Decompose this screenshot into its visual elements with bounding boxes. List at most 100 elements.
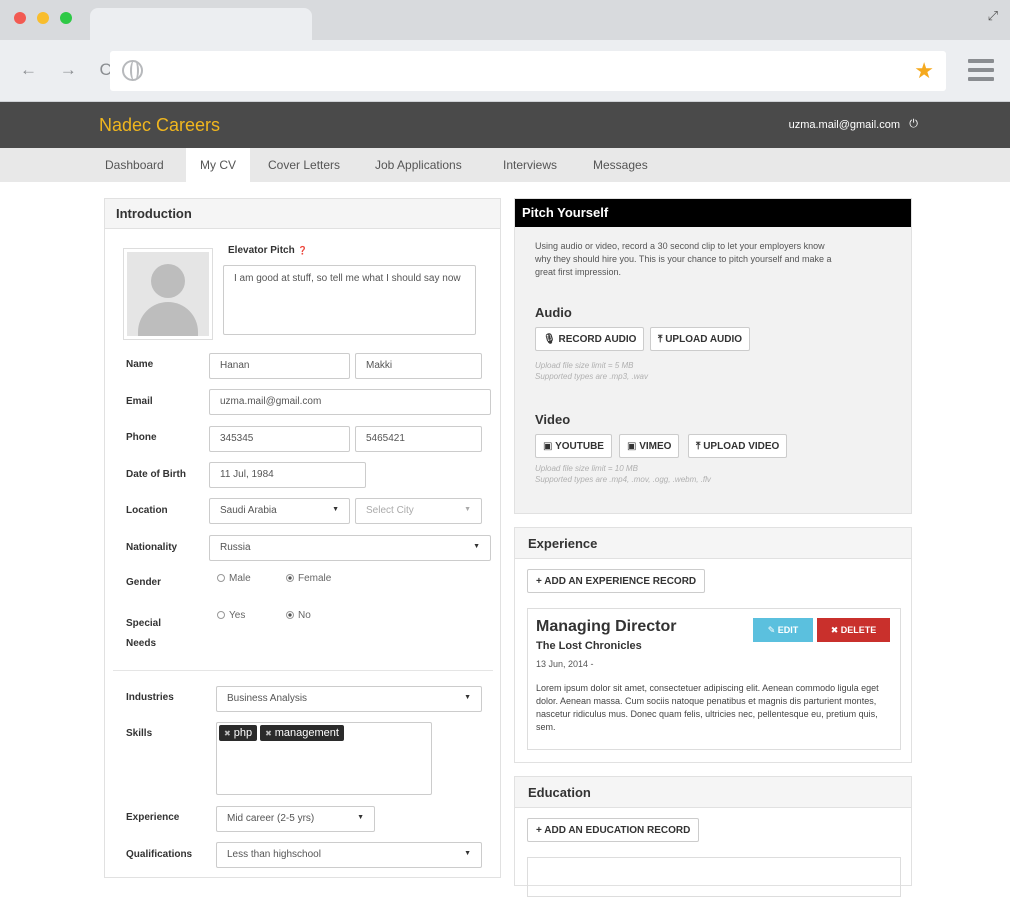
dob-label: Date of Birth	[126, 469, 186, 480]
elevator-pitch-text: Elevator Pitch	[228, 245, 295, 256]
special-yes-label: Yes	[229, 610, 246, 621]
navigation-arrows-icon[interactable]: ← → C	[20, 60, 121, 80]
tab-messages[interactable]: Messages	[593, 148, 648, 182]
browser-menu-icon[interactable]	[968, 59, 994, 81]
maximize-window-icon[interactable]	[60, 12, 72, 24]
qualifications-value: Less than highschool	[227, 849, 321, 860]
role-title: Managing Director	[536, 618, 677, 635]
add-experience-button[interactable]: + ADD AN EXPERIENCE RECORD	[527, 569, 706, 593]
skill-tag-label: management	[274, 727, 339, 739]
power-icon[interactable]: ⏻	[909, 118, 918, 131]
delete-button[interactable]: ✖ DELETE	[817, 618, 890, 642]
add-education-label: ADD AN EDUCATION RECORD	[544, 825, 691, 836]
youtube-button[interactable]: ▣ YOUTUBE	[535, 434, 612, 458]
industries-select[interactable]: Business Analysis ▼	[216, 686, 482, 712]
special-no-radio[interactable]: No	[286, 610, 311, 621]
chevron-down-icon: ▼	[464, 506, 471, 513]
pitch-description: Using audio or video, record a 30 second…	[535, 241, 832, 277]
tab-job-applications[interactable]: Job Applications	[375, 148, 462, 182]
tab-interviews[interactable]: Interviews	[503, 148, 557, 182]
upload-audio-button[interactable]: ⤒ UPLOAD AUDIO	[650, 327, 751, 351]
video-types-note: Supported types are .mp4, .mov, .ogg, .w…	[535, 475, 711, 484]
last-name-field[interactable]: Makki	[355, 353, 482, 379]
introduction-panel: Introduction Elevator Pitch ❓ I am good …	[104, 198, 501, 878]
gender-female-radio[interactable]: Female	[286, 573, 331, 584]
skill-tag[interactable]: ✖ php	[219, 725, 258, 741]
record-audio-button[interactable]: 🎙 RECORD AUDIO	[535, 327, 645, 351]
address-bar[interactable]: ★	[110, 51, 946, 91]
skill-tag[interactable]: ✖ management	[260, 725, 344, 741]
upload-icon: ⤒	[696, 441, 701, 452]
globe-icon	[122, 60, 143, 81]
industries-label: Industries	[126, 692, 174, 703]
help-icon[interactable]: ❓	[297, 246, 307, 255]
gender-male-radio[interactable]: Male	[217, 573, 251, 584]
experience-select[interactable]: Mid career (2-5 yrs) ▼	[216, 806, 375, 832]
chevron-down-icon: ▼	[464, 694, 471, 701]
nationality-select[interactable]: Russia ▼	[209, 535, 491, 561]
close-window-icon[interactable]	[14, 12, 26, 24]
email-field[interactable]: uzma.mail@gmail.com	[209, 389, 491, 415]
delete-icon: ✖	[830, 625, 839, 635]
location-label: Location	[126, 505, 168, 516]
user-email[interactable]: uzma.mail@gmail.com	[789, 119, 900, 131]
dob-field[interactable]: 11 Jul, 1984	[209, 462, 366, 488]
vimeo-label: VIMEO	[639, 441, 672, 452]
vimeo-button[interactable]: ▣ VIMEO	[619, 434, 680, 458]
special-needs-label: Special Needs	[126, 614, 161, 654]
skill-tag-label: php	[233, 727, 253, 739]
remove-tag-icon[interactable]: ✖	[265, 729, 272, 738]
plus-icon: +	[536, 825, 542, 836]
bookmark-star-icon[interactable]: ★	[914, 58, 934, 84]
experience-label: Experience	[126, 812, 180, 823]
tab-my-cv[interactable]: My CV	[186, 148, 250, 182]
skills-label: Skills	[126, 728, 153, 739]
upload-video-button[interactable]: ⤒ UPLOAD VIDEO	[688, 434, 788, 458]
chevron-down-icon: ▼	[464, 850, 471, 857]
qualifications-select[interactable]: Less than highschool ▼	[216, 842, 482, 868]
minimize-window-icon[interactable]	[37, 12, 49, 24]
phone-field-1[interactable]: 345345	[209, 426, 350, 452]
city-placeholder: Select City	[366, 505, 414, 516]
first-name-field[interactable]: Hanan	[209, 353, 350, 379]
remove-tag-icon[interactable]: ✖	[224, 729, 231, 738]
nationality-value: Russia	[220, 542, 251, 553]
elevator-pitch-label: Elevator Pitch ❓	[228, 245, 307, 256]
radio-icon	[217, 574, 225, 582]
phone-field-2[interactable]: 5465421	[355, 426, 482, 452]
edit-button[interactable]: ✎ EDIT	[753, 618, 813, 642]
elevator-pitch-textarea[interactable]: I am good at stuff, so tell me what I sh…	[223, 265, 476, 335]
brand-logo[interactable]: Nadec Careers	[99, 115, 220, 136]
youtube-icon: ▣	[543, 441, 553, 452]
video-heading: Video	[535, 412, 571, 427]
add-education-button[interactable]: + ADD AN EDUCATION RECORD	[527, 818, 700, 842]
education-record-card	[527, 857, 901, 897]
special-needs-label-line2: Needs	[126, 638, 157, 649]
company-name: The Lost Chronicles	[536, 640, 642, 652]
chevron-down-icon: ▼	[332, 506, 339, 513]
experience-panel: Experience + ADD AN EXPERIENCE RECORD Ma…	[514, 527, 912, 763]
browser-tab[interactable]	[90, 8, 312, 40]
country-select[interactable]: Saudi Arabia ▼	[209, 498, 350, 524]
radio-selected-icon	[286, 611, 294, 619]
education-panel: Education + ADD AN EDUCATION RECORD	[514, 776, 912, 897]
city-select[interactable]: Select City ▼	[355, 498, 482, 524]
edit-label: EDIT	[777, 625, 799, 635]
panel-title: Experience	[515, 528, 911, 559]
chevron-down-icon: ▼	[357, 814, 364, 821]
skills-tag-input[interactable]: ✖ php ✖ management	[216, 722, 432, 795]
tab-cover-letters[interactable]: Cover Letters	[268, 148, 340, 182]
special-yes-radio[interactable]: Yes	[217, 610, 245, 621]
experience-record-card: Managing Director The Lost Chronicles 13…	[527, 608, 901, 750]
upload-icon: ⤒	[658, 334, 663, 345]
vimeo-icon: ▣	[627, 441, 637, 452]
panel-title: Pitch Yourself	[515, 199, 911, 227]
special-no-label: No	[298, 610, 311, 621]
qualifications-label: Qualifications	[126, 849, 193, 860]
browser-title-bar: ⤢	[0, 0, 1010, 40]
tab-dashboard[interactable]: Dashboard	[105, 148, 164, 182]
expand-icon[interactable]: ⤢	[988, 8, 998, 24]
add-experience-label: ADD AN EXPERIENCE RECORD	[544, 576, 697, 587]
industries-value: Business Analysis	[227, 693, 308, 704]
name-label: Name	[126, 359, 154, 370]
